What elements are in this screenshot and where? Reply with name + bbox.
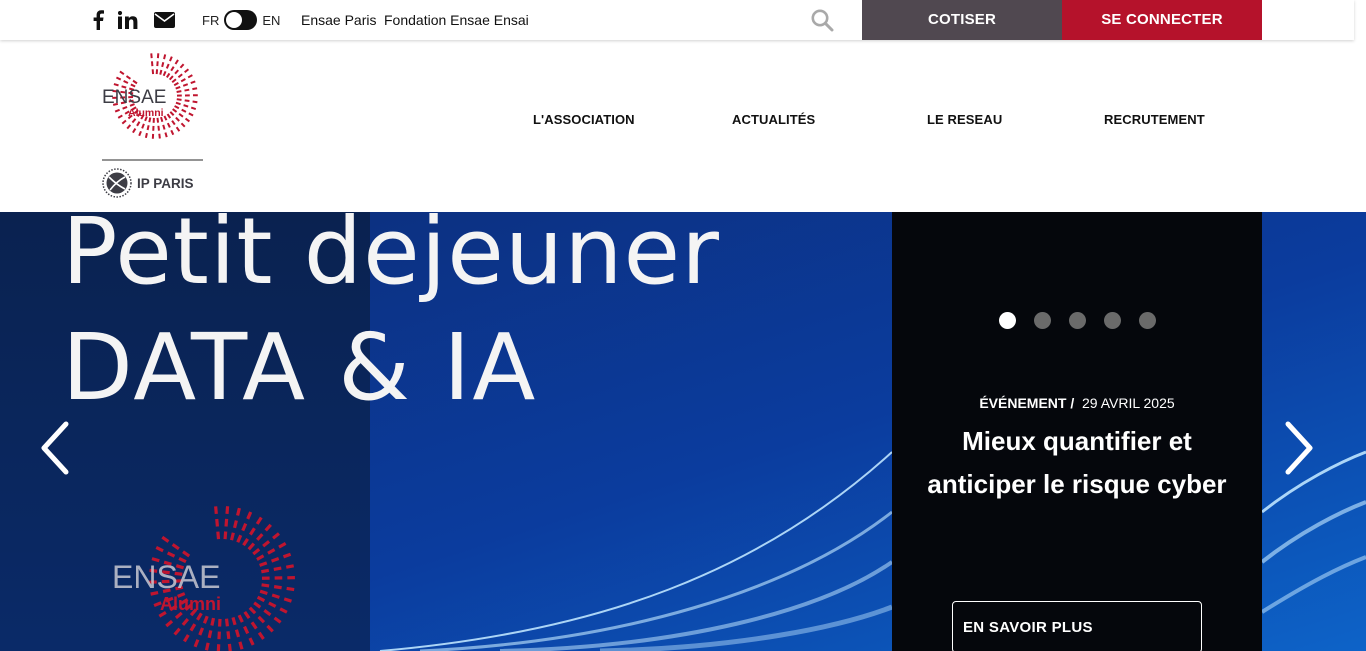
facebook-icon[interactable] [92,0,104,40]
slide-category: ÉVÉNEMENT / [979,395,1075,411]
hero-image-line2: DATA & IA [62,314,538,421]
read-more-button[interactable]: EN SAVOIR PLUS [952,601,1202,651]
slide-info-panel: ÉVÉNEMENT / 29 AVRIL 2025 Mieux quantifi… [892,212,1262,651]
logo-sub: Alumni [128,107,164,119]
slide-date: 29 AVRIL 2025 [1082,395,1175,411]
hero-carousel: Petit dejeuner DATA & IA ENSAE Alumni ÉV… [0,212,1366,651]
prev-slide-arrow[interactable] [38,420,72,481]
hero-image-logo: ENSAE Alumni [110,504,310,651]
carousel-dot[interactable] [998,312,1016,329]
toggle-knob [226,12,243,28]
slide-meta: ÉVÉNEMENT / 29 AVRIL 2025 [892,395,1262,411]
svg-text:Alumni: Alumni [160,594,221,614]
next-slide-arrow[interactable] [1282,420,1316,481]
nav-association[interactable]: L'ASSOCIATION [533,112,635,127]
lang-en-label[interactable]: EN [262,13,280,28]
slide-title[interactable]: Mieux quantifier et anticiper le risque … [922,420,1232,506]
login-button[interactable]: SE CONNECTER [1062,0,1262,40]
svg-text:ENSAE: ENSAE [112,559,220,595]
ensae-alumni-logo[interactable]: ENSAE Alumni IP PARIS [100,50,210,202]
envelope-icon[interactable] [154,0,175,40]
carousel-dot[interactable] [1103,312,1121,329]
language-toggle[interactable] [224,10,258,30]
site-header: ENSAE Alumni IP PARIS L'ASSOCIATION ACTU… [0,40,1366,212]
nav-recrutement[interactable]: RECRUTEMENT [1104,112,1205,127]
logo-partner: IP PARIS [137,176,194,191]
language-switch: FR EN [202,0,280,40]
hero-image-line1: Petit dejeuner [62,212,720,305]
ensae-paris-link[interactable]: Ensae Paris [301,0,376,40]
carousel-dot[interactable] [1138,312,1156,329]
nav-actualites[interactable]: ACTUALITÉS [732,112,815,127]
top-bar: FR EN Ensae Paris Fondation Ensae Ensai … [0,0,1354,40]
nav-reseau[interactable]: LE RESEAU [927,112,1002,127]
search-icon[interactable] [810,8,834,37]
cotiser-button[interactable]: COTISER [862,0,1062,40]
fondation-link[interactable]: Fondation Ensae Ensai [384,0,529,40]
carousel-dot[interactable] [1033,312,1051,329]
carousel-dots [892,312,1262,329]
carousel-dot[interactable] [1068,312,1086,329]
logo-name: ENSAE [102,87,166,108]
linkedin-icon[interactable] [118,0,138,40]
lang-fr-label[interactable]: FR [202,13,219,28]
